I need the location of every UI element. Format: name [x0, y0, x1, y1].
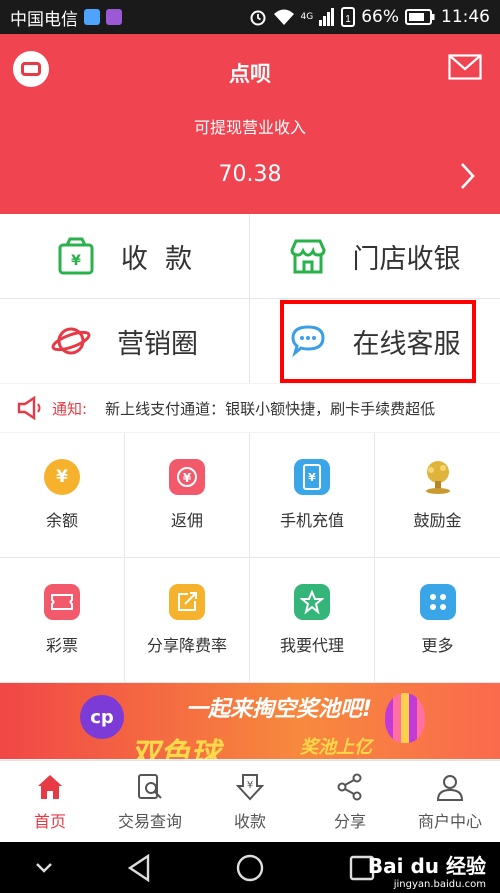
- moneybag-icon: ¥: [44, 459, 80, 495]
- svg-text:¥: ¥: [308, 471, 316, 484]
- planet-icon: [51, 327, 91, 355]
- clock: 11:46: [441, 7, 490, 27]
- balloon-icon: [385, 693, 425, 743]
- more-label: 更多: [421, 636, 454, 655]
- ticket-icon: [44, 584, 80, 620]
- balance-label: 余额: [45, 511, 78, 530]
- page-title: 点呗: [229, 62, 271, 86]
- rebate-button[interactable]: ¥ 返佣: [125, 433, 250, 558]
- receive-icon: ¥: [235, 774, 265, 801]
- user-icon: [436, 775, 464, 801]
- mail-icon[interactable]: [448, 54, 482, 80]
- notice-label: 通知:: [52, 399, 88, 418]
- banner-headline: 一起来掏空奖池吧!: [186, 697, 373, 722]
- tab-share[interactable]: 分享: [300, 761, 400, 843]
- tab-transaction-query-label: 交易查询: [117, 812, 182, 831]
- withdrawable-income-label: 可提现营业收入: [193, 118, 306, 137]
- search-doc-icon: [138, 774, 162, 799]
- network-type-label: 4G: [300, 11, 314, 22]
- svg-text:¥: ¥: [183, 471, 192, 485]
- receive-payment-label: 收 款: [120, 243, 193, 275]
- lottery-label: 彩票: [45, 636, 78, 655]
- highlight-box: [280, 300, 476, 383]
- tree-icon: [420, 459, 456, 495]
- share-reduce-rate-button[interactable]: 分享降费率: [125, 558, 250, 683]
- watermark-brand: Bai du 经验: [367, 854, 486, 878]
- svg-text:¥: ¥: [247, 780, 253, 791]
- battery-icon: [405, 9, 435, 25]
- share-icon: [337, 773, 362, 801]
- rebate-label: 返佣: [170, 511, 203, 530]
- incentive-fund-button[interactable]: 鼓励金: [375, 433, 500, 558]
- wifi-icon: [273, 9, 294, 25]
- watermark: Bai du 经验 jingyan.baidu.com: [368, 850, 486, 890]
- phone-icon: ¥: [294, 459, 330, 495]
- receive-payment-button[interactable]: ¥ 收 款: [0, 214, 249, 298]
- agent-icon: [294, 584, 330, 620]
- bottom-tab-bar: 首页 交易查询 ¥ 收款 分享 商户中心: [0, 760, 500, 842]
- tab-transaction-query[interactable]: 交易查询: [100, 761, 200, 843]
- incentive-fund-label: 鼓励金: [413, 511, 462, 530]
- become-agent-button[interactable]: 我要代理: [250, 558, 375, 683]
- coin-icon: ¥: [169, 459, 205, 495]
- svg-text:¥: ¥: [71, 253, 81, 269]
- tab-receive-label: 收款: [233, 812, 266, 831]
- grid-icon: [419, 584, 456, 620]
- store-icon: [289, 239, 326, 274]
- balance-button[interactable]: ¥ 余额: [0, 433, 125, 558]
- alarm-icon: [250, 10, 265, 26]
- tab-receive[interactable]: ¥ 收款: [200, 761, 300, 843]
- chevron-down-icon[interactable]: [28, 852, 60, 884]
- system-nav-bar: Bai du 经验 jingyan.baidu.com: [0, 842, 500, 893]
- wallet-icon: ¥: [58, 237, 94, 275]
- mobile-recharge-button[interactable]: ¥ 手机充值: [250, 433, 375, 558]
- marketing-circle-label: 营销圈: [117, 328, 198, 360]
- share-square-icon: [169, 584, 205, 620]
- status-bar: 中国电信 4G 1 66% 11:46: [0, 0, 500, 34]
- mobile-recharge-label: 手机充值: [279, 511, 344, 530]
- speaker-icon: [17, 395, 41, 421]
- banner-title: 双色球: [130, 737, 220, 759]
- carrier-label: 中国电信: [10, 9, 78, 30]
- banner-subtitle: 奖池上亿: [300, 737, 372, 758]
- battery-percent: 66%: [361, 7, 399, 27]
- lottery-button[interactable]: 彩票: [0, 558, 125, 683]
- withdrawable-income-amount[interactable]: 70.38: [0, 162, 500, 187]
- signal-icon: [319, 8, 335, 26]
- notice-bar[interactable]: 通知: 新上线支付通道：银联小额快捷，刷卡手续费超低: [0, 384, 500, 432]
- tab-merchant-center[interactable]: 商户中心: [400, 761, 500, 843]
- svg-text:1: 1: [345, 14, 351, 25]
- lottery-logo-icon: cp: [80, 695, 124, 739]
- tab-home[interactable]: 首页: [0, 761, 100, 843]
- back-icon[interactable]: [124, 852, 156, 884]
- watermark-url: jingyan.baidu.com: [393, 879, 486, 890]
- marketing-circle-button[interactable]: 营销圈: [0, 299, 249, 383]
- tab-home-label: 首页: [33, 812, 66, 831]
- feature-grid: ¥ 余额 ¥ 返佣 ¥ 手机充值 鼓励金 彩票 分享降费率 我要代理 更多: [0, 433, 500, 683]
- tab-share-label: 分享: [333, 812, 366, 831]
- sim-icon: 1: [341, 7, 356, 27]
- become-agent-label: 我要代理: [279, 636, 344, 655]
- notice-text: 新上线支付通道：银联小额快捷，刷卡手续费超低: [105, 399, 436, 418]
- account-header: 点呗 可提现营业收入 70.38: [0, 34, 500, 214]
- promo-banner[interactable]: cp 一起来掏空奖池吧! 双色球 奖池上亿: [0, 683, 500, 759]
- store-cashier-label: 门店收银: [352, 243, 461, 275]
- home-icon: [38, 775, 62, 799]
- notification-icon: [106, 9, 122, 25]
- store-cashier-button[interactable]: 门店收银: [250, 214, 499, 298]
- notification-icon: [84, 9, 100, 25]
- more-button[interactable]: 更多: [375, 558, 500, 683]
- tab-merchant-center-label: 商户中心: [417, 812, 482, 831]
- chevron-right-icon[interactable]: [459, 162, 475, 190]
- share-reduce-rate-label: 分享降费率: [146, 636, 227, 655]
- home-button-icon[interactable]: [234, 852, 266, 884]
